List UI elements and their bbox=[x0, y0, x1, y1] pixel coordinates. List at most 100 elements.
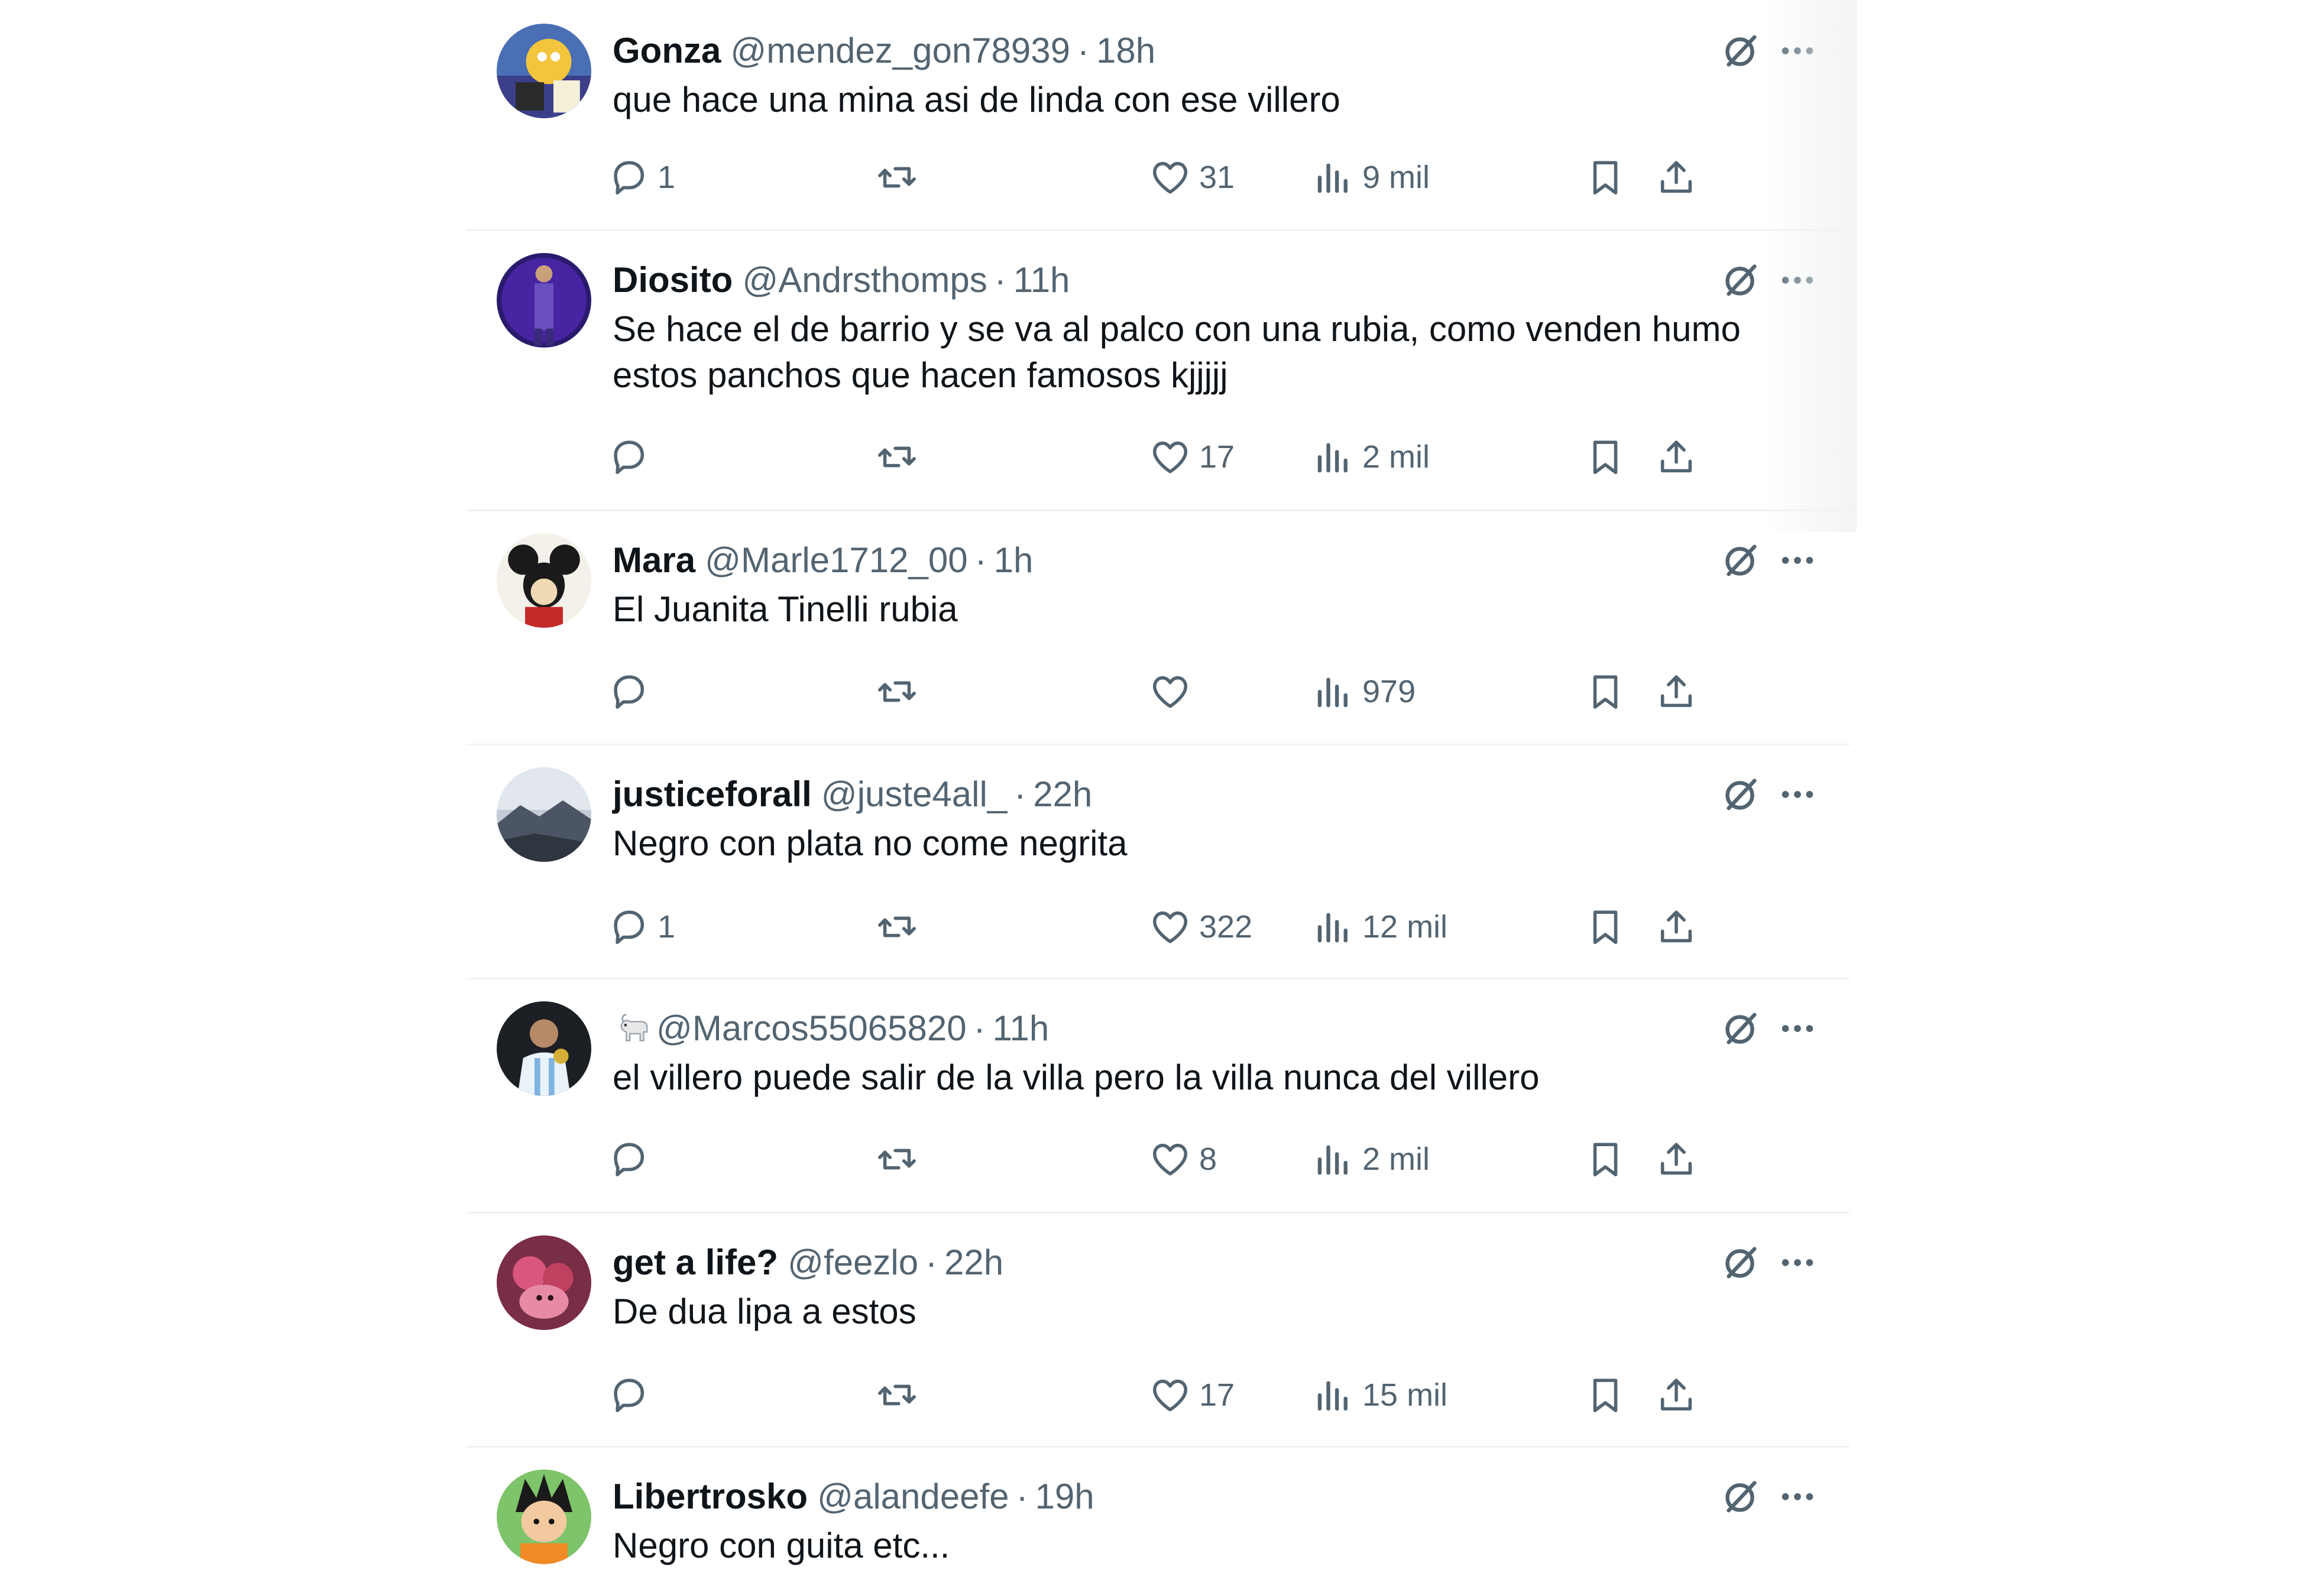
reply-button[interactable]: 1 bbox=[608, 151, 675, 204]
reply-item[interactable]: @Marcos55065820 · 11h el villero puede s… bbox=[466, 978, 1850, 1214]
reply-button[interactable] bbox=[608, 1133, 658, 1186]
reply-button[interactable]: 1 bbox=[608, 900, 675, 953]
retweet-button[interactable] bbox=[876, 430, 918, 484]
reply-item[interactable]: Libertrosko @alandeefe · 19h Negro con g… bbox=[466, 1446, 1850, 1596]
share-icon bbox=[1656, 1374, 1697, 1416]
more-icon[interactable] bbox=[1774, 537, 1821, 584]
reply-count: 1 bbox=[658, 909, 676, 945]
user-handle[interactable]: @alandeefe bbox=[817, 1473, 1009, 1520]
share-button[interactable] bbox=[1656, 1368, 1697, 1422]
grok-icon[interactable] bbox=[1717, 1005, 1764, 1052]
anime-avatar[interactable] bbox=[497, 1470, 591, 1564]
views-button[interactable]: 2 mil bbox=[1313, 430, 1430, 484]
user-handle[interactable]: @feezlo bbox=[788, 1239, 918, 1286]
share-button[interactable] bbox=[1656, 1133, 1697, 1186]
bookmark-button[interactable] bbox=[1585, 1133, 1626, 1186]
share-button[interactable] bbox=[1656, 665, 1697, 718]
cartoon-avatar[interactable] bbox=[497, 24, 591, 118]
timestamp[interactable]: 18h bbox=[1096, 27, 1155, 74]
share-button[interactable] bbox=[1656, 430, 1697, 484]
display-name[interactable]: Libertrosko bbox=[613, 1473, 808, 1520]
views-button[interactable]: 15 mil bbox=[1313, 1368, 1447, 1422]
views-icon bbox=[1313, 1374, 1354, 1416]
reply-button[interactable] bbox=[608, 430, 658, 484]
bookmark-button[interactable] bbox=[1585, 1368, 1626, 1422]
views-icon bbox=[1313, 906, 1354, 948]
display-name[interactable]: Mara bbox=[613, 537, 695, 584]
grok-icon[interactable] bbox=[1717, 1473, 1764, 1520]
share-icon bbox=[1656, 671, 1697, 712]
grok-icon[interactable] bbox=[1717, 1239, 1764, 1286]
share-icon bbox=[1656, 1138, 1697, 1180]
reply-button[interactable] bbox=[608, 665, 658, 718]
timestamp[interactable]: 11h bbox=[1013, 257, 1070, 304]
view-count: 979 bbox=[1362, 674, 1416, 709]
views-button[interactable]: 9 mil bbox=[1313, 151, 1430, 204]
share-button[interactable] bbox=[1656, 900, 1697, 953]
pink-avatar[interactable] bbox=[497, 1235, 591, 1330]
stage-avatar[interactable] bbox=[497, 253, 591, 348]
user-handle[interactable]: @Marcos55065820 bbox=[656, 1005, 967, 1052]
retweet-button[interactable] bbox=[876, 1368, 918, 1422]
timestamp[interactable]: 19h bbox=[1035, 1473, 1094, 1520]
timestamp[interactable]: 1h bbox=[994, 537, 1034, 584]
views-icon bbox=[1313, 1138, 1354, 1180]
grok-icon[interactable] bbox=[1717, 257, 1764, 304]
like-button[interactable]: 17 bbox=[1149, 1368, 1235, 1422]
user-handle[interactable]: @Marle1712_00 bbox=[705, 537, 968, 584]
view-count: 12 mil bbox=[1362, 909, 1448, 945]
reply-button[interactable] bbox=[608, 1368, 658, 1422]
reply-icon bbox=[608, 1374, 649, 1416]
reply-item[interactable]: Mara @Marle1712_00 · 1h El Juanita Tinel… bbox=[466, 510, 1850, 745]
more-icon[interactable] bbox=[1774, 1239, 1821, 1286]
more-icon[interactable] bbox=[1774, 771, 1821, 818]
user-handle[interactable]: @Andrsthomps bbox=[742, 257, 987, 304]
bookmark-button[interactable] bbox=[1585, 430, 1626, 484]
bookmark-button[interactable] bbox=[1585, 900, 1626, 953]
retweet-button[interactable] bbox=[876, 1133, 918, 1186]
reply-header: Libertrosko @alandeefe · 19h bbox=[613, 1473, 1094, 1520]
separator-dot: · bbox=[994, 260, 1006, 300]
timestamp[interactable]: 11h bbox=[993, 1005, 1050, 1052]
replies-feed: Gonza @mendez_gon78939 · 18h que hace un… bbox=[466, 0, 1850, 1596]
grok-icon[interactable] bbox=[1717, 771, 1764, 818]
like-icon bbox=[1149, 1374, 1191, 1416]
timestamp[interactable]: 22h bbox=[1033, 771, 1092, 818]
display-name[interactable]: get a life? bbox=[613, 1239, 778, 1286]
views-button[interactable]: 12 mil bbox=[1313, 900, 1447, 953]
retweet-button[interactable] bbox=[876, 665, 918, 718]
like-button[interactable] bbox=[1149, 665, 1199, 718]
bookmark-button[interactable] bbox=[1585, 151, 1626, 204]
reply-item[interactable]: Gonza @mendez_gon78939 · 18h que hace un… bbox=[466, 0, 1850, 231]
more-icon[interactable] bbox=[1774, 1473, 1821, 1520]
views-icon bbox=[1313, 436, 1354, 478]
player-avatar[interactable] bbox=[497, 1001, 591, 1096]
user-handle[interactable]: @juste4all_ bbox=[821, 771, 1007, 818]
reply-item[interactable]: get a life? @feezlo · 22h De dua lipa a … bbox=[466, 1212, 1850, 1448]
reply-header: get a life? @feezlo · 22h bbox=[613, 1239, 1003, 1286]
mouse-avatar[interactable] bbox=[497, 533, 591, 628]
retweet-button[interactable] bbox=[876, 151, 918, 204]
views-button[interactable]: 979 bbox=[1313, 665, 1416, 718]
sky-avatar[interactable] bbox=[497, 767, 591, 862]
like-icon bbox=[1149, 157, 1191, 198]
views-button[interactable]: 2 mil bbox=[1313, 1133, 1430, 1186]
share-button[interactable] bbox=[1656, 151, 1697, 204]
retweet-button[interactable] bbox=[876, 900, 918, 953]
bookmark-button[interactable] bbox=[1585, 665, 1626, 718]
retweet-icon bbox=[876, 157, 918, 198]
grok-icon[interactable] bbox=[1717, 537, 1764, 584]
timestamp[interactable]: 22h bbox=[944, 1239, 1003, 1286]
like-button[interactable]: 8 bbox=[1149, 1133, 1217, 1186]
display-name[interactable]: justiceforall bbox=[613, 771, 812, 818]
reply-item[interactable]: Diosito @Andrsthomps · 11h Se hace el de… bbox=[466, 229, 1850, 511]
like-button[interactable]: 31 bbox=[1149, 151, 1235, 204]
display-name[interactable]: Gonza bbox=[613, 27, 721, 74]
like-button[interactable]: 17 bbox=[1149, 430, 1235, 484]
more-icon[interactable] bbox=[1774, 1005, 1821, 1052]
user-handle[interactable]: @mendez_gon78939 bbox=[730, 27, 1070, 74]
display-name[interactable]: Diosito bbox=[613, 257, 733, 304]
reply-item[interactable]: justiceforall @juste4all_ · 22h Negro co… bbox=[466, 744, 1850, 979]
like-button[interactable]: 322 bbox=[1149, 900, 1252, 953]
grok-icon[interactable] bbox=[1717, 27, 1764, 74]
